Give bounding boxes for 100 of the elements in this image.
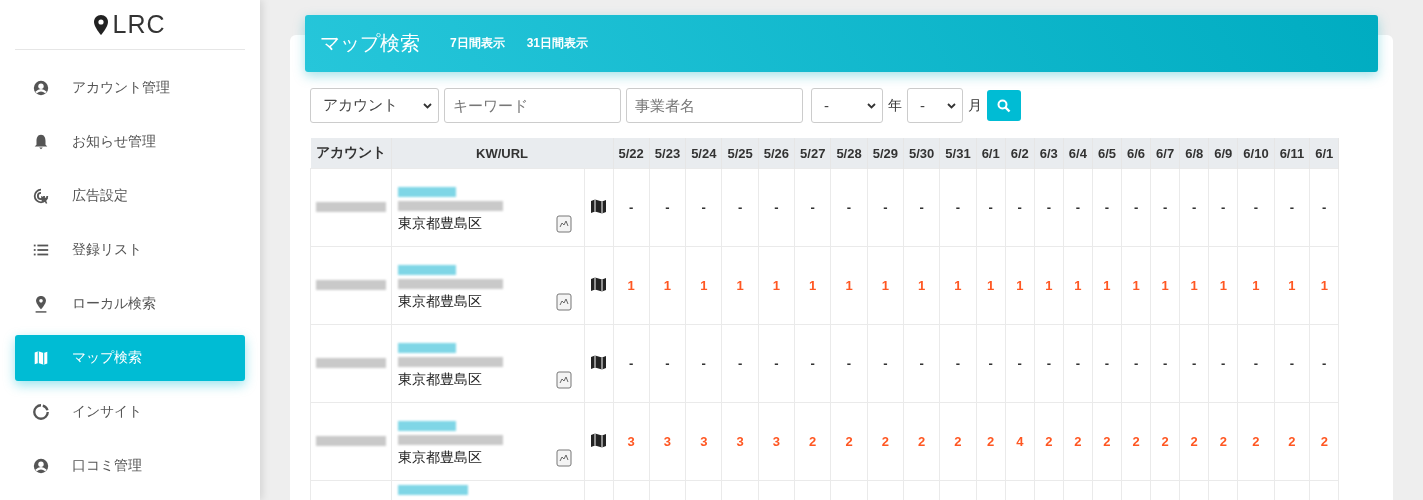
cursor-click-icon	[32, 187, 50, 205]
rank-cell: 3	[758, 402, 795, 481]
column-header: 5/29	[867, 138, 904, 169]
column-header: 6/1	[1309, 138, 1339, 169]
column-header: 5/22	[613, 138, 650, 169]
caret-icon	[947, 102, 956, 109]
rank-cell: 1	[1274, 246, 1310, 325]
column-header: 5/25	[721, 138, 759, 169]
rank-cell: 2	[1063, 402, 1093, 481]
rank-cell: -	[903, 324, 940, 403]
column-header: 6/7	[1150, 138, 1180, 169]
column-header: 6/9	[1208, 138, 1238, 169]
search-icon	[997, 98, 1011, 113]
chart-document-icon[interactable]	[555, 292, 572, 311]
rank-cell: -	[1237, 324, 1275, 403]
rank-cell: 1	[1121, 246, 1151, 325]
year-select[interactable]: -	[811, 88, 883, 123]
keyword-field[interactable]: キーワード	[444, 88, 621, 123]
sidebar-item[interactable]: 口コミ管理	[15, 443, 245, 489]
location-text: 東京都豊島区	[397, 370, 482, 389]
rank-cell: -	[1274, 324, 1310, 403]
column-header: 6/3	[1034, 138, 1064, 169]
map-icon[interactable]	[590, 197, 607, 215]
column-header: 5/26	[758, 138, 795, 169]
map-icon[interactable]	[590, 275, 607, 293]
sidebar-item[interactable]: お知らせ管理	[15, 119, 245, 165]
rank-cell: -	[1121, 168, 1151, 247]
rank-cell: 2	[1034, 402, 1064, 481]
rank-cell: 2	[976, 402, 1006, 481]
column-header: 6/8	[1179, 138, 1209, 169]
column-header: 6/4	[1063, 138, 1093, 169]
location-text: 東京都豊島区	[397, 292, 482, 311]
rank-cell: 3	[721, 402, 759, 481]
column-header: 6/6	[1121, 138, 1151, 169]
page-title: マップ検索	[320, 31, 420, 56]
rank-cell: -	[613, 168, 650, 247]
rank-cell: 1	[939, 246, 977, 325]
rank-cell: 2	[1208, 402, 1238, 481]
map-icon[interactable]	[590, 431, 607, 449]
rank-cell: -	[830, 324, 868, 403]
caret-icon	[867, 102, 876, 109]
rank-cell: -	[1150, 168, 1180, 247]
rank-cell: 1	[1150, 246, 1180, 325]
rank-cell: -	[1274, 168, 1310, 247]
user-circle-icon	[32, 457, 50, 475]
column-header: KW/URL	[391, 138, 613, 169]
account-select[interactable]: アカウント	[310, 88, 439, 123]
sidebar-item[interactable]: インサイト	[15, 389, 245, 435]
chart-document-icon[interactable]	[555, 214, 572, 233]
rank-cell: 1	[758, 246, 795, 325]
column-header: アカウント	[310, 138, 391, 169]
map-icon	[32, 349, 50, 367]
sidebar-item[interactable]: アカウント管理	[15, 65, 245, 111]
rank-cell: 1	[903, 246, 940, 325]
rank-cell: -	[794, 168, 831, 247]
sidebar-item[interactable]: ローカル検索	[15, 281, 245, 327]
column-header: 6/2	[1005, 138, 1035, 169]
sidebar-item[interactable]: 登録リスト	[15, 227, 245, 273]
rank-cell: 3	[613, 402, 650, 481]
rank-cell: -	[758, 324, 795, 403]
rank-cell: -	[649, 324, 686, 403]
rank-cell: 1	[794, 246, 831, 325]
column-header: 5/30	[903, 138, 940, 169]
logo-text: LRC	[112, 10, 166, 39]
rank-cell: -	[685, 324, 722, 403]
column-header: 6/10	[1237, 138, 1275, 169]
rank-cell: 1	[1179, 246, 1209, 325]
search-button[interactable]	[987, 90, 1021, 121]
rank-cell: -	[721, 324, 759, 403]
column-header: 5/24	[685, 138, 722, 169]
rank-cell: 2	[1150, 402, 1180, 481]
rank-cell: 1	[830, 246, 868, 325]
rank-cell: 2	[1179, 402, 1209, 481]
business-name-field[interactable]: 事業者名	[626, 88, 803, 123]
rank-cell: 2	[1121, 402, 1151, 481]
rank-cell: 3	[649, 402, 686, 481]
bell-icon	[32, 133, 50, 151]
sidebar-item[interactable]: 広告設定	[15, 173, 245, 219]
rank-cell: 2	[794, 402, 831, 481]
blurred-text	[315, 280, 386, 290]
rank-cell: -	[1208, 324, 1238, 403]
rank-cell: -	[830, 168, 868, 247]
year-label: 年	[888, 96, 902, 115]
rank-cell: 1	[1034, 246, 1064, 325]
month-select[interactable]: -	[907, 88, 963, 123]
rank-cell: -	[976, 324, 1006, 403]
column-header: 5/27	[794, 138, 831, 169]
rank-cell: 1	[1237, 246, 1275, 325]
rank-cell: -	[1092, 168, 1122, 247]
map-icon[interactable]	[590, 353, 607, 371]
column-header: 6/11	[1274, 138, 1310, 169]
rank-cell: 1	[1309, 246, 1339, 325]
rank-cell: 1	[613, 246, 650, 325]
chart-document-icon[interactable]	[555, 370, 572, 389]
rank-cell: -	[976, 168, 1006, 247]
rank-cell: -	[1092, 324, 1122, 403]
rank-cell: 1	[1208, 246, 1238, 325]
rank-cell: -	[939, 324, 977, 403]
rank-cell: -	[649, 168, 686, 247]
chart-document-icon[interactable]	[555, 448, 572, 467]
